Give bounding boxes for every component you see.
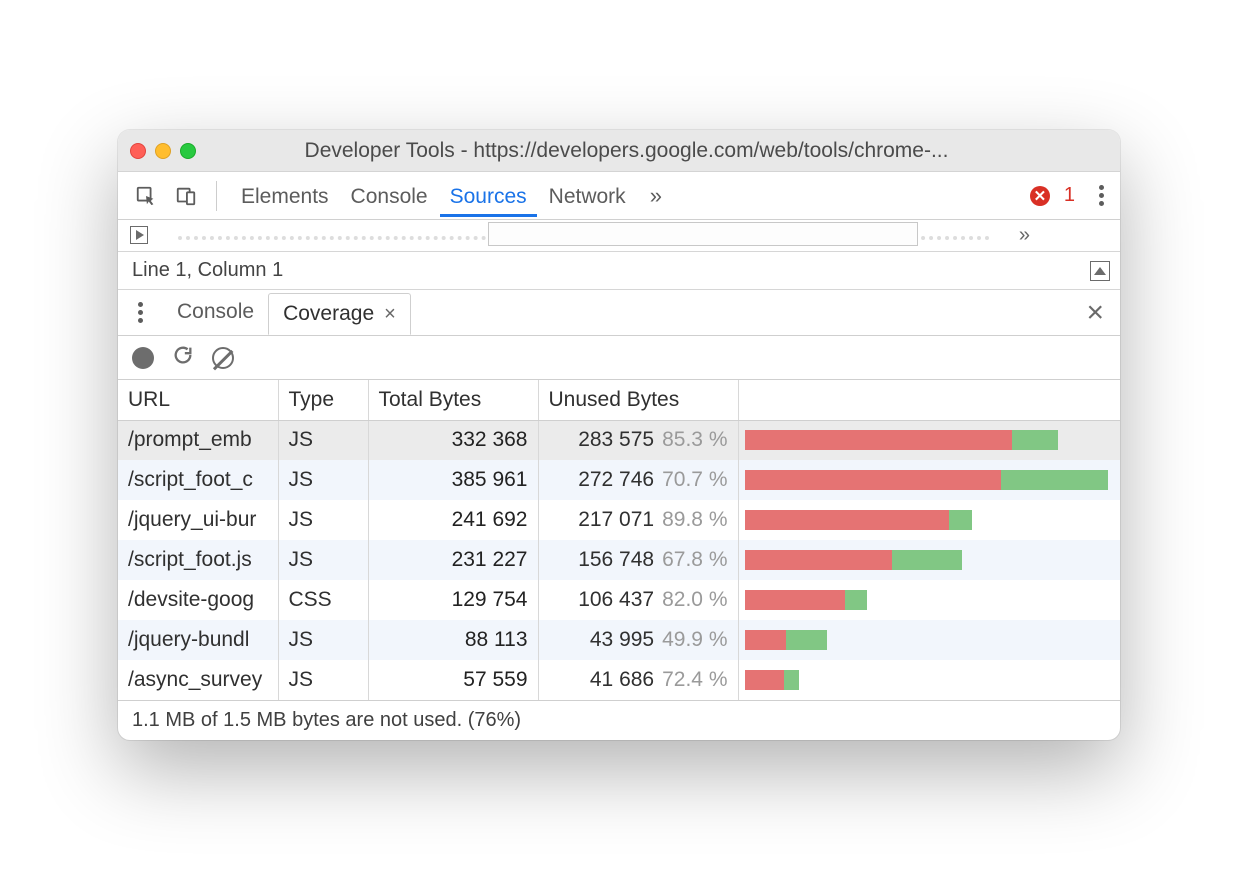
- reload-icon[interactable]: [172, 344, 194, 372]
- header-total[interactable]: Total Bytes: [368, 380, 538, 420]
- editor-status-bar: Line 1, Column 1: [118, 252, 1120, 290]
- cell-type: JS: [278, 540, 368, 580]
- coverage-toolbar: [118, 336, 1120, 380]
- drawer-tab-coverage[interactable]: Coverage ×: [268, 293, 411, 335]
- tab-console[interactable]: Console: [341, 175, 438, 217]
- cell-total-bytes: 57 559: [368, 660, 538, 700]
- table-row[interactable]: /script_foot_cJS385 961272 74670.7 %: [118, 460, 1120, 500]
- error-count[interactable]: 1: [1064, 184, 1075, 207]
- cell-usage-bar: [738, 500, 1120, 540]
- cell-type: CSS: [278, 580, 368, 620]
- cell-unused-bytes: 156 74867.8 %: [538, 540, 738, 580]
- cell-url: /jquery_ui-bur: [118, 500, 278, 540]
- cell-type: JS: [278, 620, 368, 660]
- header-bar[interactable]: [738, 380, 1120, 420]
- tab-elements[interactable]: Elements: [231, 175, 339, 217]
- toggle-device-toolbar-icon[interactable]: [170, 180, 202, 212]
- coverage-table: URL Type Total Bytes Unused Bytes /promp…: [118, 380, 1120, 700]
- drawer-tab-label: Coverage: [283, 302, 374, 326]
- settings-menu-icon[interactable]: [1091, 181, 1112, 210]
- drawer-tab-label: Console: [177, 300, 254, 323]
- tab-network[interactable]: Network: [539, 175, 636, 217]
- table-row[interactable]: /script_foot.jsJS231 227156 74867.8 %: [118, 540, 1120, 580]
- cell-unused-bytes: 43 99549.9 %: [538, 620, 738, 660]
- title-bar: Developer Tools - https://developers.goo…: [118, 130, 1120, 172]
- cell-unused-bytes: 106 43782.0 %: [538, 580, 738, 620]
- source-file-dropdown[interactable]: [488, 222, 918, 246]
- cell-unused-bytes: 283 57585.3 %: [538, 420, 738, 460]
- cell-total-bytes: 231 227: [368, 540, 538, 580]
- cell-url: /script_foot.js: [118, 540, 278, 580]
- cell-total-bytes: 88 113: [368, 620, 538, 660]
- devtools-window: Developer Tools - https://developers.goo…: [118, 130, 1120, 740]
- cell-unused-bytes: 41 68672.4 %: [538, 660, 738, 700]
- show-console-icon[interactable]: [1090, 261, 1110, 281]
- close-tab-icon[interactable]: ×: [384, 304, 396, 324]
- cell-total-bytes: 385 961: [368, 460, 538, 500]
- window-title: Developer Tools - https://developers.goo…: [145, 139, 1108, 163]
- table-row[interactable]: /devsite-googCSS129 754106 43782.0 %: [118, 580, 1120, 620]
- inspect-element-icon[interactable]: [130, 180, 162, 212]
- sources-toolbar: »: [118, 220, 1120, 252]
- table-row[interactable]: /async_surveyJS57 55941 68672.4 %: [118, 660, 1120, 700]
- cell-type: JS: [278, 460, 368, 500]
- cell-unused-bytes: 217 07189.8 %: [538, 500, 738, 540]
- cell-url: /async_survey: [118, 660, 278, 700]
- cell-total-bytes: 129 754: [368, 580, 538, 620]
- cell-usage-bar: [738, 420, 1120, 460]
- main-tab-bar: ElementsConsoleSourcesNetwork » ✕ 1: [118, 172, 1120, 220]
- close-window-button[interactable]: [130, 143, 146, 159]
- header-unused[interactable]: Unused Bytes: [538, 380, 738, 420]
- cell-type: JS: [278, 660, 368, 700]
- cell-usage-bar: [738, 460, 1120, 500]
- header-type[interactable]: Type: [278, 380, 368, 420]
- cell-usage-bar: [738, 620, 1120, 660]
- cell-usage-bar: [738, 540, 1120, 580]
- close-drawer-icon[interactable]: ×: [1086, 296, 1112, 330]
- tab-sources[interactable]: Sources: [440, 175, 537, 217]
- cursor-position: Line 1, Column 1: [132, 259, 283, 282]
- cell-total-bytes: 241 692: [368, 500, 538, 540]
- cell-url: /prompt_emb: [118, 420, 278, 460]
- drawer-tab-bar: Console Coverage × ×: [118, 290, 1120, 336]
- cell-usage-bar: [738, 660, 1120, 700]
- drawer-tab-console[interactable]: Console: [163, 292, 268, 334]
- drawer-menu-icon[interactable]: [130, 298, 151, 327]
- table-row[interactable]: /prompt_embJS332 368283 57585.3 %: [118, 420, 1120, 460]
- cell-unused-bytes: 272 74670.7 %: [538, 460, 738, 500]
- cell-usage-bar: [738, 580, 1120, 620]
- table-row[interactable]: /jquery_ui-burJS241 692217 07189.8 %: [118, 500, 1120, 540]
- cell-type: JS: [278, 420, 368, 460]
- more-chevron-icon[interactable]: »: [1019, 224, 1030, 247]
- error-badge-icon[interactable]: ✕: [1030, 186, 1050, 206]
- cell-url: /jquery-bundl: [118, 620, 278, 660]
- clear-icon[interactable]: [212, 347, 234, 369]
- table-row[interactable]: /jquery-bundlJS88 11343 99549.9 %: [118, 620, 1120, 660]
- coverage-summary: 1.1 MB of 1.5 MB bytes are not used. (76…: [118, 700, 1120, 740]
- more-tabs-chevron-icon[interactable]: »: [644, 183, 668, 209]
- cell-total-bytes: 332 368: [368, 420, 538, 460]
- separator: [216, 181, 217, 211]
- show-navigator-icon[interactable]: [130, 226, 148, 244]
- cell-type: JS: [278, 500, 368, 540]
- record-icon[interactable]: [132, 347, 154, 369]
- cell-url: /script_foot_c: [118, 460, 278, 500]
- cell-url: /devsite-goog: [118, 580, 278, 620]
- header-url[interactable]: URL: [118, 380, 278, 420]
